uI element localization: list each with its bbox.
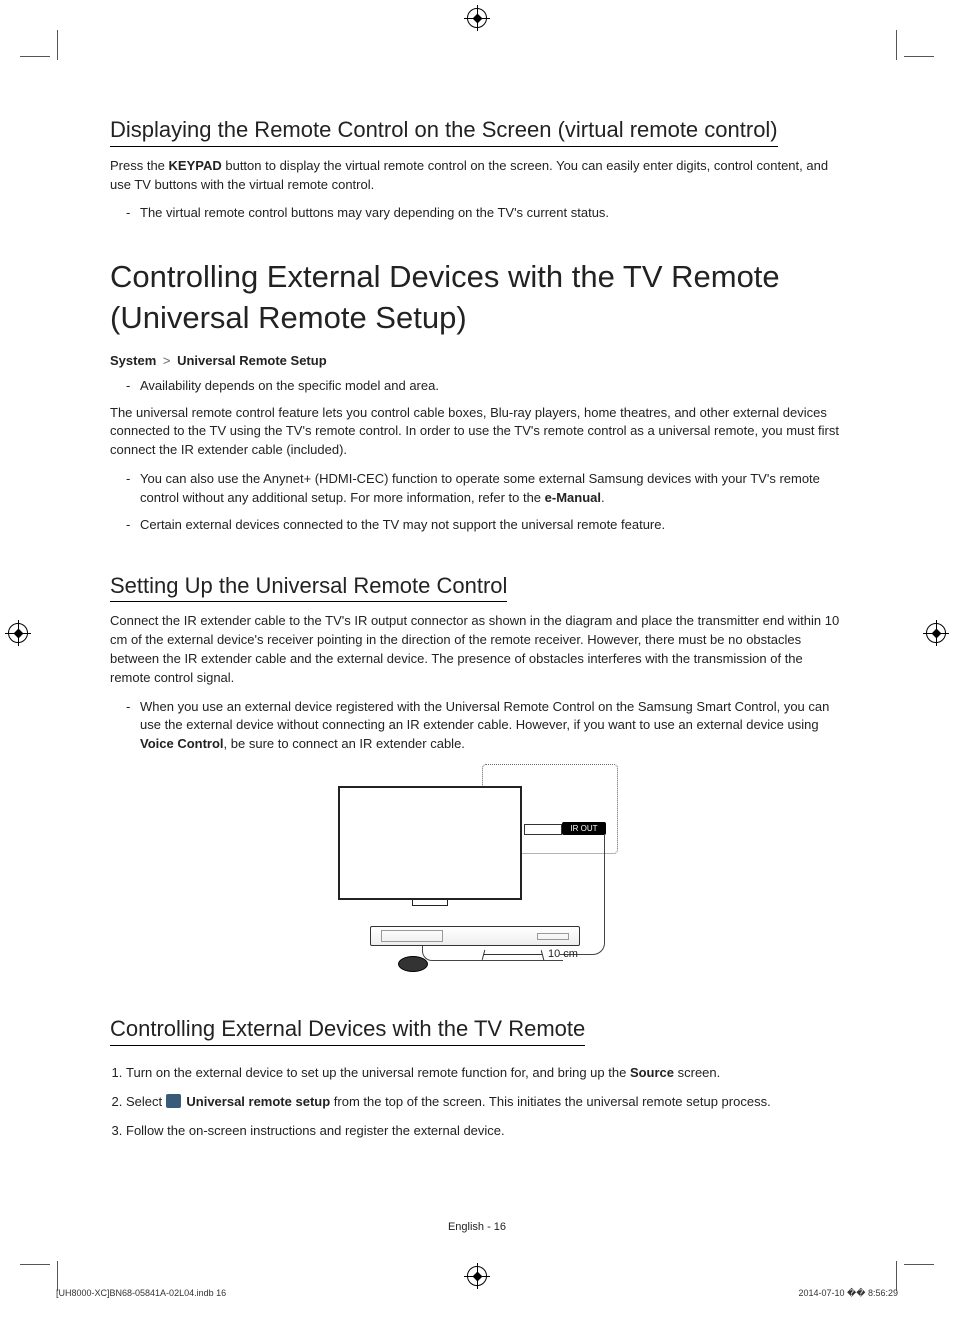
- section-title-virtual-remote: Displaying the Remote Control on the Scr…: [110, 115, 778, 147]
- paragraph: Press the KEYPAD button to display the v…: [110, 157, 844, 195]
- footer-meta: [UH8000-XC]BN68-05841A-02L04.indb 16 201…: [56, 1288, 898, 1299]
- main-title-universal-remote: Controlling External Devices with the TV…: [110, 257, 844, 338]
- text: Press the: [110, 158, 169, 173]
- registration-mark-icon: [8, 623, 28, 643]
- registration-mark-icon: [467, 8, 487, 28]
- note-list: You can also use the Anynet+ (HDMI-CEC) …: [110, 470, 844, 535]
- page-number: English - 16: [0, 1221, 954, 1233]
- list-item: Certain external devices connected to th…: [126, 516, 844, 535]
- list-item: Turn on the external device to set up th…: [126, 1064, 844, 1083]
- list-item: Select Universal remote setup from the t…: [126, 1093, 844, 1112]
- distance-label: 10 cm: [548, 948, 578, 960]
- section-title-controlling: Controlling External Devices with the TV…: [110, 1014, 585, 1046]
- list-item: The virtual remote control buttons may v…: [126, 204, 844, 223]
- registration-mark-icon: [926, 623, 946, 643]
- manual-page: Displaying the Remote Control on the Scr…: [0, 0, 954, 1321]
- external-device-icon: [370, 926, 580, 946]
- list-item: You can also use the Anynet+ (HDMI-CEC) …: [126, 470, 844, 508]
- note-list: When you use an external device register…: [110, 698, 844, 755]
- voice-control-bold: Voice Control: [140, 736, 224, 751]
- text: Select: [126, 1094, 166, 1109]
- tv-stand-icon: [412, 898, 448, 906]
- paragraph: The universal remote control feature let…: [110, 404, 844, 461]
- note-list: The virtual remote control buttons may v…: [110, 204, 844, 223]
- text: You can also use the Anynet+ (HDMI-CEC) …: [140, 471, 820, 505]
- remote-setup-icon: [166, 1094, 181, 1108]
- section-title-setup: Setting Up the Universal Remote Control: [110, 571, 507, 603]
- text: screen.: [674, 1065, 720, 1080]
- tv-icon: [338, 786, 522, 900]
- crop-mark: [20, 56, 50, 57]
- crop-mark: [904, 56, 934, 57]
- registration-mark-icon: [467, 1266, 487, 1286]
- note-list: Availability depends on the specific mod…: [110, 377, 844, 396]
- crop-mark: [904, 1264, 934, 1265]
- ir-emitter-icon: [398, 956, 428, 972]
- ir-extender-diagram: IR OUT 10 cm: [332, 762, 622, 992]
- chevron-right-icon: >: [163, 353, 171, 368]
- text: from the top of the screen. This initiat…: [330, 1094, 771, 1109]
- text: When you use an external device register…: [140, 699, 829, 733]
- menu-path: System > Universal Remote Setup: [110, 352, 844, 371]
- text: .: [601, 490, 605, 505]
- breadcrumb-remote-setup: Universal Remote Setup: [177, 353, 327, 368]
- text: , be sure to connect an IR extender cabl…: [224, 736, 465, 751]
- distance-indicator: [484, 954, 542, 956]
- text: Turn on the external device to set up th…: [126, 1065, 630, 1080]
- crop-mark: [47, 1261, 58, 1291]
- steps-list: Turn on the external device to set up th…: [110, 1064, 844, 1141]
- print-timestamp: 2014-07-10 �� 8:56:29: [798, 1288, 898, 1299]
- ir-plug-icon: [524, 824, 562, 835]
- paragraph: Connect the IR extender cable to the TV'…: [110, 612, 844, 687]
- crop-mark: [896, 1261, 907, 1291]
- document-filename: [UH8000-XC]BN68-05841A-02L04.indb 16: [56, 1288, 226, 1299]
- universal-remote-setup-bold: Universal remote setup: [186, 1094, 330, 1109]
- source-bold: Source: [630, 1065, 674, 1080]
- list-item: Availability depends on the specific mod…: [126, 377, 844, 396]
- crop-mark: [20, 1264, 50, 1265]
- breadcrumb-system: System: [110, 353, 156, 368]
- list-item: When you use an external device register…: [126, 698, 844, 755]
- keypad-bold: KEYPAD: [169, 158, 222, 173]
- list-item: Follow the on-screen instructions and re…: [126, 1122, 844, 1141]
- emanual-bold: e-Manual: [545, 490, 601, 505]
